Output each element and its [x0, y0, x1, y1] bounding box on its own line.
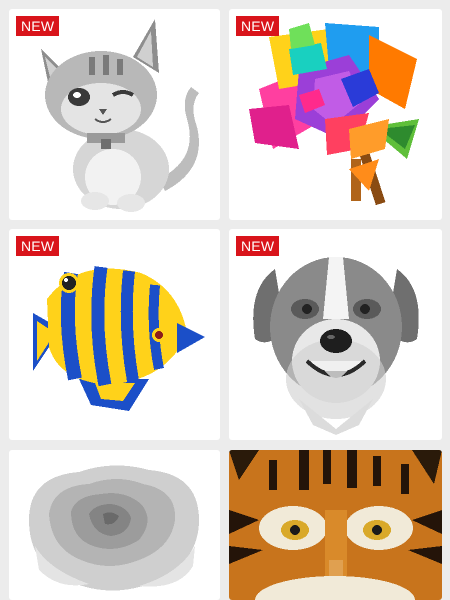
rose-image [29, 465, 199, 591]
new-badge: NEW [16, 236, 60, 256]
dog-image [253, 257, 419, 435]
kitten-image [41, 19, 199, 212]
artwork-card-tropical-fish[interactable]: NEW [9, 229, 220, 440]
artwork-card-rainbow-rose[interactable]: NEW [229, 9, 442, 220]
new-badge: NEW [16, 16, 60, 36]
new-badge: NEW [236, 236, 280, 256]
artwork-card-rose[interactable] [9, 450, 220, 600]
artwork-card-tiger[interactable] [229, 450, 442, 600]
tropical-fish-image [33, 266, 205, 411]
tiger-image [229, 450, 442, 600]
new-badge: NEW [236, 16, 280, 36]
artwork-card-dog[interactable]: NEW [229, 229, 442, 440]
rainbow-rose-image [249, 23, 419, 206]
artwork-grid: NEW NEW NEW NEW [0, 0, 450, 600]
artwork-card-kitten[interactable]: NEW [9, 9, 220, 220]
